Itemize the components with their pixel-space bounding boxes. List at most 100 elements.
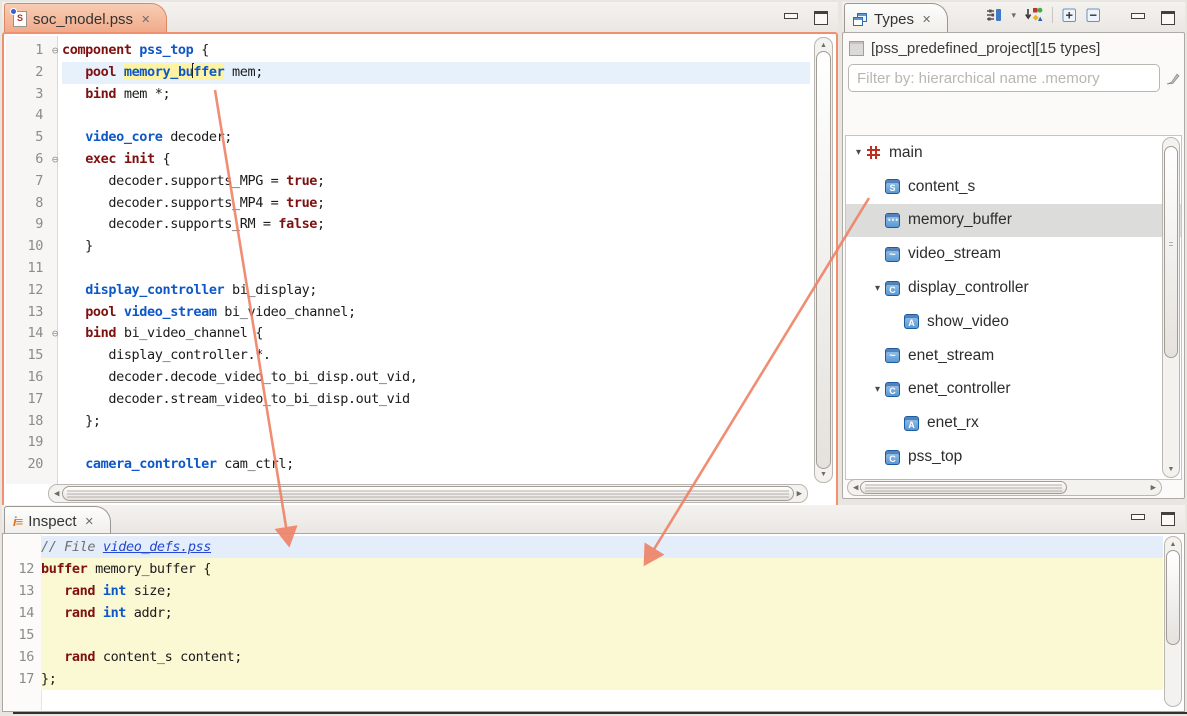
tree-vertical-scrollbar[interactable]: ▼ (1162, 137, 1180, 478)
code-token: memory_bu (124, 64, 194, 80)
code-token: rand (64, 583, 95, 599)
inspect-line[interactable]: 16 rand content_s content; (4, 646, 1163, 668)
code-token: { (193, 42, 208, 58)
editor-line[interactable]: 1⊖component pss_top { (6, 40, 810, 62)
editor-line[interactable]: 12 display_controller bi_display; (6, 280, 810, 302)
editor-lines: 1⊖component pss_top {2 pool memory_buffe… (6, 40, 810, 484)
code-token (62, 129, 85, 145)
code-token: false (278, 216, 317, 232)
sort-group-icon[interactable] (1025, 7, 1043, 23)
tree-item-enet_controller[interactable]: ▾Cenet_controller (846, 373, 1181, 407)
code-token: decoder; (162, 129, 232, 145)
editor-line[interactable]: 2 pool memory_buffer mem; (6, 62, 810, 84)
inspect-tab-label: Inspect (28, 513, 76, 530)
editor-line[interactable]: 8 decoder.supports_MP4 = true; (6, 193, 810, 215)
tree-item-content_s[interactable]: Scontent_s (846, 170, 1181, 204)
collapse-arrow-icon[interactable]: ▾ (851, 147, 866, 158)
editor-tab[interactable]: S soc_model.pss ✕ (4, 3, 167, 34)
tree-item-enet_rx[interactable]: Aenet_rx (846, 406, 1181, 440)
code-token: bind (85, 325, 116, 341)
code-token (116, 64, 124, 80)
type-filter-input[interactable] (848, 64, 1160, 92)
editor-line[interactable]: 4 (6, 105, 810, 127)
editor-line[interactable]: 3 bind mem *; (6, 84, 810, 106)
toolbar-dropdown-arrow-icon[interactable]: ▾ (1011, 10, 1016, 21)
file-link[interactable]: video_defs.pss (103, 539, 211, 555)
code-token (116, 304, 124, 320)
inspect-line[interactable]: 14 rand int addr; (4, 602, 1163, 624)
editor-line[interactable]: 16 decoder.decode_video_to_bi_disp.out_v… (6, 367, 810, 389)
editor-vertical-scrollbar[interactable]: ▲▼ (814, 37, 833, 483)
code-token: }; (41, 671, 56, 687)
collapse-arrow-icon[interactable]: ▾ (870, 283, 885, 294)
code-token: true (286, 173, 317, 189)
tree-item-show_video[interactable]: Ashow_video (846, 305, 1181, 339)
code-token (41, 605, 64, 621)
tree-item-memory_buffer[interactable]: ⋯memory_buffer (846, 204, 1181, 238)
inspect-line[interactable]: 17}; (4, 668, 1163, 690)
editor-line[interactable]: 18 }; (6, 411, 810, 433)
editor-line[interactable]: 17 decoder.stream_video_to_bi_disp.out_v… (6, 389, 810, 411)
editor-line[interactable]: 10 } (6, 236, 810, 258)
code-token: video_core (85, 129, 162, 145)
inspect-line[interactable]: 15 (4, 624, 1163, 646)
editor-line[interactable]: 5 video_core decoder; (6, 127, 810, 149)
inspect-line[interactable]: 12buffer memory_buffer { (4, 558, 1163, 580)
tree-item-label: enet_stream (908, 347, 994, 365)
types-body: [pss_predefined_project][15 types] ▾main… (842, 32, 1185, 499)
types-tab-close-icon[interactable]: ✕ (922, 13, 931, 26)
code-token: memory_buffer { (87, 561, 211, 577)
tree-item-label: enet_controller (908, 380, 1011, 398)
collapse-all-button[interactable] (1086, 8, 1101, 23)
expand-all-button[interactable] (1062, 8, 1077, 23)
inspect-line[interactable]: 13 rand int size; (4, 580, 1163, 602)
tree-item-pss_top[interactable]: Cpss_top (846, 440, 1181, 474)
code-token (62, 64, 85, 80)
editor-line[interactable]: 9 decoder.supports_RM = false; (6, 214, 810, 236)
code-token (62, 304, 85, 320)
editor-minimize-button[interactable] (784, 13, 798, 19)
tree-item-enet_stream[interactable]: ~enet_stream (846, 339, 1181, 373)
tree-item-label: video_stream (908, 245, 1001, 263)
code-token: buffer (41, 561, 87, 577)
inspect-tab[interactable]: i≡ Inspect ✕ (4, 506, 111, 535)
editor-line[interactable]: 19 (6, 432, 810, 454)
tree-item-display_controller[interactable]: ▾Cdisplay_controller (846, 271, 1181, 305)
tree-horizontal-scrollbar[interactable]: ◀▶ (847, 479, 1162, 496)
editor-line[interactable]: 20 camera_controller cam_ctrl; (6, 454, 810, 476)
collapse-arrow-icon[interactable]: ▾ (870, 384, 885, 395)
editor-content[interactable]: 1⊖component pss_top {2 pool memory_buffe… (2, 32, 838, 508)
inspect-content[interactable]: // File video_defs.pss12buffer memory_bu… (2, 533, 1185, 712)
types-tab[interactable]: Types ✕ (844, 3, 948, 34)
types-minimize-button[interactable] (1131, 13, 1145, 19)
editor-line[interactable]: 11 (6, 258, 810, 280)
inspect-pane: i≡ Inspect ✕ // File video_defs.pss12buf… (2, 505, 1185, 714)
project-label: [pss_predefined_project][15 types] (871, 40, 1100, 57)
editor-maximize-button[interactable] (814, 11, 828, 25)
filter-row (848, 64, 1180, 92)
types-tree[interactable]: ▾mainScontent_s⋯memory_buffer ~ video_stre… (845, 135, 1182, 480)
filter-settings-icon[interactable] (986, 7, 1002, 23)
code-token: decoder.supports_MP4 = (62, 195, 286, 211)
clear-filter-icon[interactable] (1165, 71, 1180, 86)
main-type-icon (866, 145, 881, 160)
tree-item-main[interactable]: ▾main (846, 136, 1181, 170)
inspect-tab-close-icon[interactable]: ✕ (85, 515, 94, 528)
tree-item-video_stream[interactable]: ~ video_stream (846, 237, 1181, 271)
toolbar-separator (1052, 7, 1053, 23)
editor-line[interactable]: 15 display_controller.*. (6, 345, 810, 367)
types-maximize-button[interactable] (1161, 11, 1175, 25)
editor-line[interactable]: 13 pool video_stream bi_video_channel; (6, 302, 810, 324)
editor-line[interactable]: 14⊖ bind bi_video_channel { (6, 323, 810, 345)
code-token: component (62, 42, 132, 58)
editor-horizontal-scrollbar[interactable]: ◀▶ (48, 484, 808, 503)
editor-tab-close-icon[interactable]: ✕ (141, 13, 150, 26)
stream-type-icon: ~ (885, 247, 900, 262)
editor-line[interactable]: 6⊖ exec init { (6, 149, 810, 171)
inspect-minimize-button[interactable] (1131, 514, 1145, 520)
inspect-line[interactable]: // File video_defs.pss (4, 536, 1163, 558)
inspect-vertical-scrollbar[interactable]: ▲ (1164, 536, 1182, 707)
inspect-maximize-button[interactable] (1161, 512, 1175, 526)
editor-line[interactable]: 7 decoder.supports_MPG = true; (6, 171, 810, 193)
code-token (62, 86, 85, 102)
